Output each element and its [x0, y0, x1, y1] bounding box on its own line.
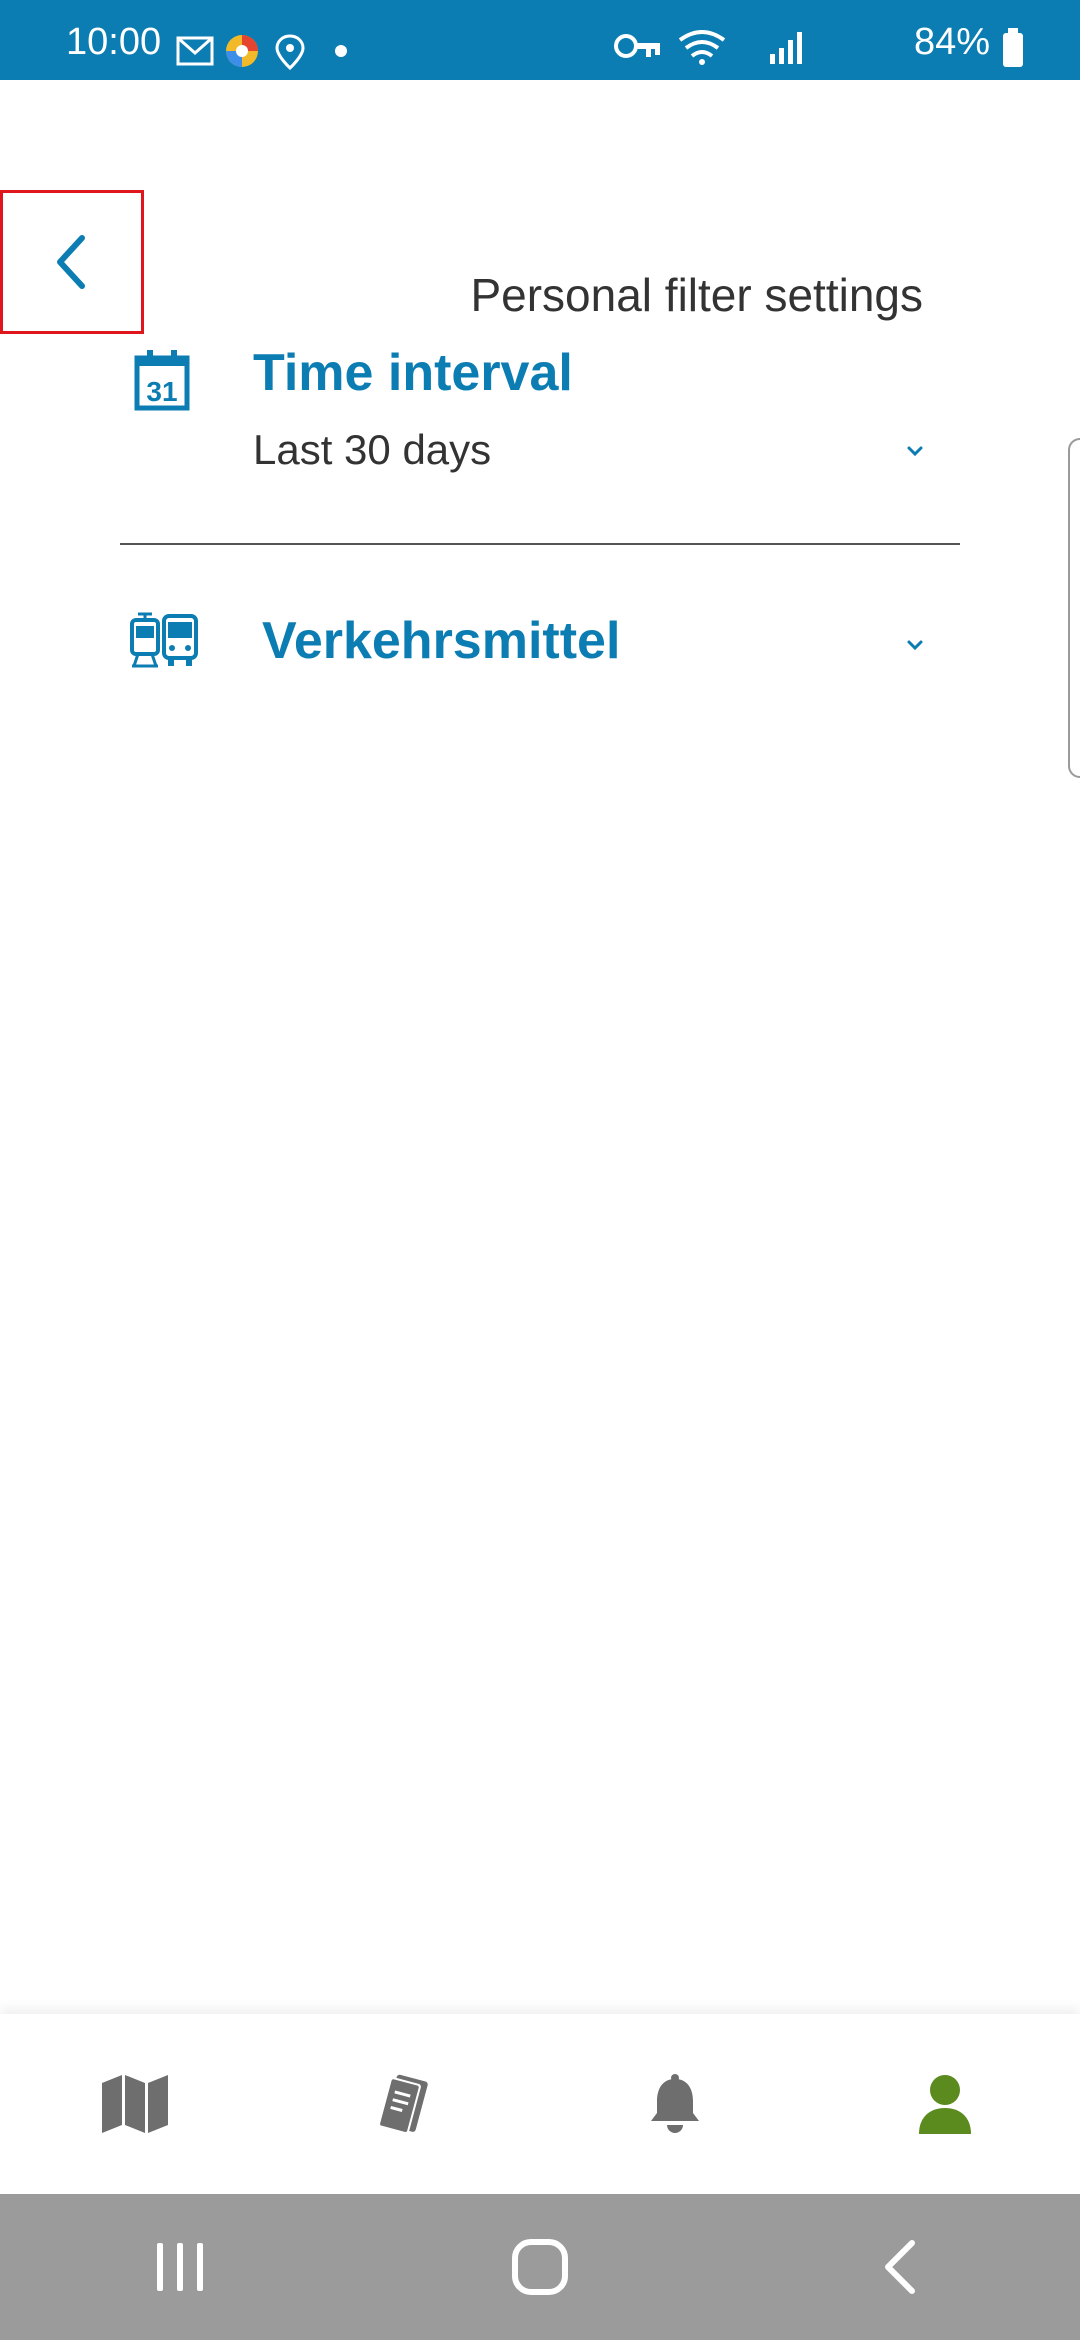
mail-icon	[176, 36, 214, 66]
edge-panel-handle[interactable]	[1068, 438, 1080, 778]
home-icon	[512, 2239, 568, 2295]
time-interval-value: Last 30 days	[253, 426, 492, 473]
dot-icon	[335, 45, 347, 57]
tram-bus-icon	[130, 612, 198, 668]
battery-icon	[1003, 28, 1023, 67]
system-back-button[interactable]	[720, 2194, 1080, 2340]
status-bar: 10:00 84%	[0, 0, 1080, 80]
back-icon	[885, 2240, 915, 2294]
system-navigation-bar	[0, 2194, 1080, 2340]
tab-notifications[interactable]	[540, 2014, 810, 2194]
tab-profile[interactable]	[810, 2014, 1080, 2194]
transport-filter[interactable]: Verkehrsmittel	[120, 610, 960, 730]
page-title: Personal filter settings	[470, 269, 923, 321]
chevron-down-icon[interactable]	[904, 634, 926, 656]
tab-tickets[interactable]	[270, 2014, 540, 2194]
tab-map[interactable]	[0, 2014, 270, 2194]
signal-icon	[770, 32, 802, 64]
location-icon	[275, 34, 305, 70]
vpn-key-icon	[614, 34, 660, 58]
chevron-down-icon[interactable]	[904, 440, 926, 462]
profile-icon	[919, 2075, 971, 2134]
bell-icon	[651, 2074, 699, 2133]
map-icon	[102, 2075, 168, 2133]
time-interval-filter[interactable]: 31 Time interval Last 30 days	[120, 340, 960, 545]
time-interval-title: Time interval	[253, 344, 573, 402]
chevron-left-icon	[57, 235, 85, 289]
back-button[interactable]	[0, 190, 144, 334]
notification-icons	[176, 34, 347, 70]
bottom-tab-bar	[0, 2014, 1080, 2194]
calendar-day: 31	[146, 376, 177, 407]
calendar-icon: 31	[134, 350, 190, 411]
recent-apps-icon	[157, 2243, 203, 2291]
battery-percent: 84%	[913, 21, 990, 63]
browser-icon	[226, 35, 258, 67]
transport-title: Verkehrsmittel	[262, 612, 621, 670]
home-button[interactable]	[360, 2194, 720, 2340]
status-system-icons	[614, 30, 802, 65]
status-time: 10:00	[66, 21, 162, 63]
wifi-icon	[678, 30, 726, 65]
recent-apps-button[interactable]	[0, 2194, 360, 2340]
tickets-icon	[377, 2074, 428, 2135]
